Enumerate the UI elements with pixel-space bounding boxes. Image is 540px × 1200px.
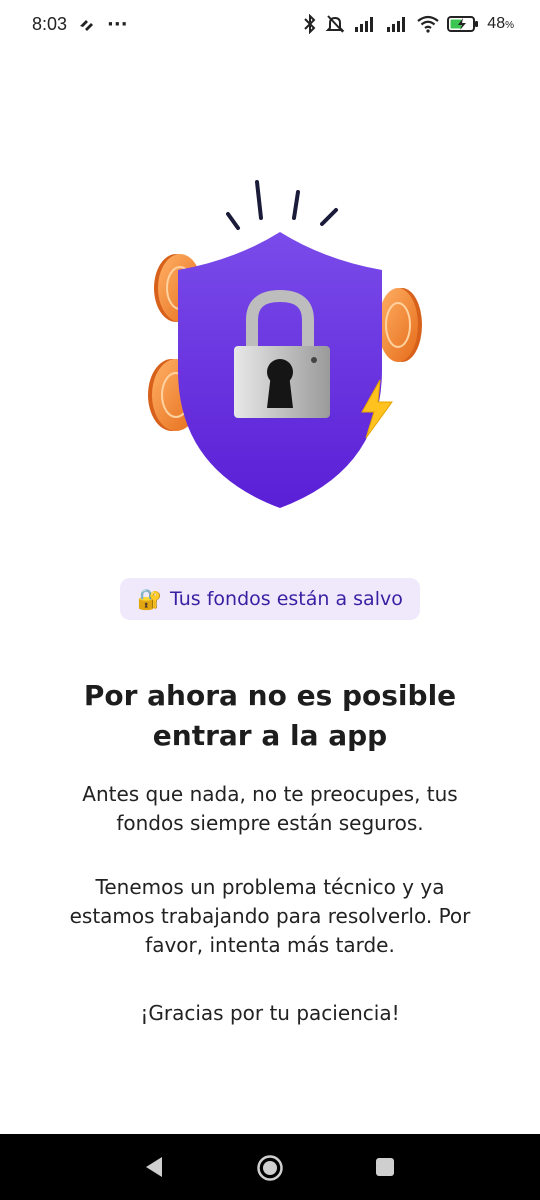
battery-charging-icon: [447, 16, 479, 32]
status-left: 8:03 ···: [32, 14, 128, 35]
cloud-sync-icon: [80, 19, 94, 31]
mute-icon: [325, 15, 345, 33]
thanks-paragraph: ¡Gracias por tu paciencia!: [140, 1001, 400, 1025]
coin-right: [378, 288, 422, 362]
bluetooth-icon: [304, 14, 316, 34]
back-icon[interactable]: [143, 1154, 165, 1180]
reassurance-paragraph: Antes que nada, no te preocupes, tus fon…: [30, 780, 510, 838]
signal-icon-2: [387, 17, 406, 32]
p2-line-2: estamos trabajando para resolverlo. Por: [69, 904, 471, 928]
status-time: 8:03: [32, 14, 68, 34]
technical-problem-paragraph: Tenemos un problema técnico y ya estamos…: [30, 873, 510, 960]
status-bar: 8:03 ··· 48%: [0, 0, 540, 52]
status-right: 48%: [303, 14, 514, 34]
p1-line-2: fondos siempre están seguros.: [116, 811, 424, 835]
signal-icon: [355, 17, 374, 32]
home-icon[interactable]: [256, 1154, 284, 1182]
badge-text: Tus fondos están a salvo: [170, 588, 403, 610]
sparkle-lines: [226, 180, 338, 230]
shield-lock-illustration: [130, 170, 430, 520]
battery-percent: 48%: [487, 15, 514, 32]
title-line-1: Por ahora no es posible: [83, 679, 457, 712]
p2-line-1: Tenemos un problema técnico y ya: [95, 875, 445, 899]
overflow-icon: ···: [107, 14, 128, 35]
system-nav-bar: [0, 1134, 540, 1200]
p2-line-3: favor, intenta más tarde.: [145, 933, 395, 957]
title-line-2: entrar a la app: [152, 719, 388, 752]
recents-icon[interactable]: [375, 1157, 395, 1177]
p1-line-1: Antes que nada, no te preocupes, tus: [82, 782, 458, 806]
lock-key-icon: 🔐: [137, 587, 163, 611]
page-title: Por ahora no es posible entrar a la app: [30, 676, 510, 756]
wifi-icon: [417, 15, 439, 33]
status-badge: 🔐 Tus fondos están a salvo: [120, 578, 420, 620]
